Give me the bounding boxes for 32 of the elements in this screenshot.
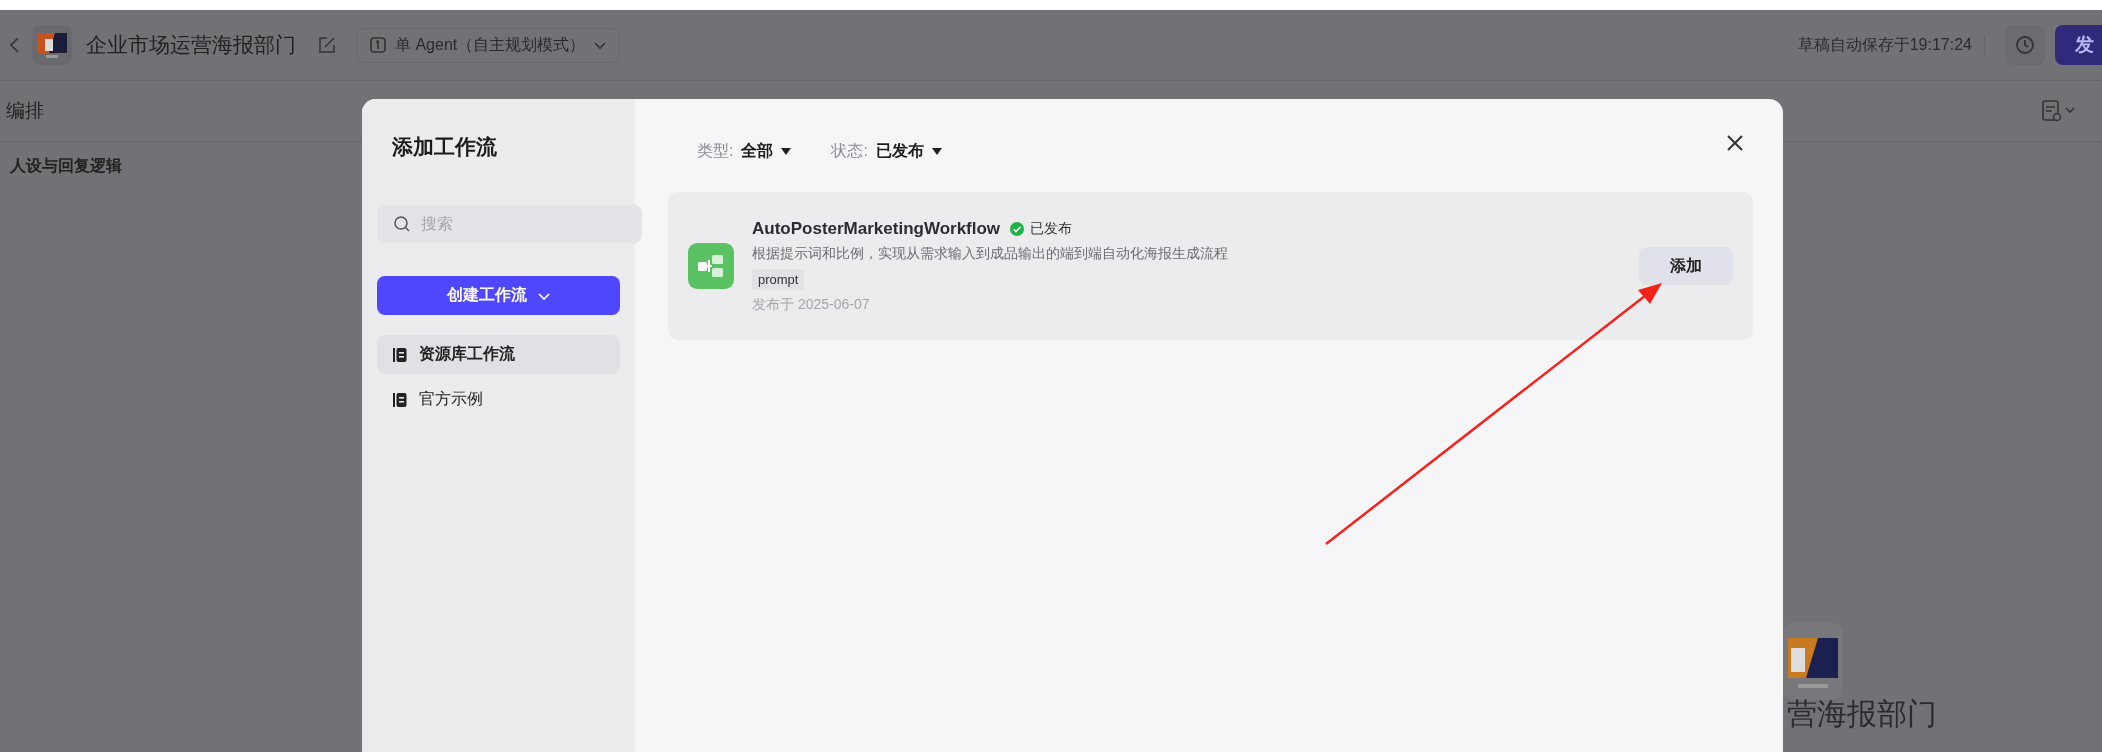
check-circle-icon [1010, 221, 1025, 236]
history-icon [2014, 34, 2036, 56]
publish-date: 发布于 2025-06-07 [752, 295, 871, 314]
document-settings-icon[interactable] [2042, 100, 2078, 122]
history-button[interactable] [2005, 25, 2045, 65]
autosave-status: 草稿自动保存于19:17:24 [1797, 34, 1985, 56]
edit-icon[interactable] [318, 36, 336, 54]
filter-dropdown[interactable]: 状态: 已发布 [831, 141, 942, 162]
dialog-title: 添加工作流 [392, 134, 498, 160]
book-icon [393, 391, 407, 408]
back-icon[interactable] [8, 35, 22, 55]
status-label: 已发布 [1030, 219, 1073, 238]
section-heading: 人设与回复逻辑 [10, 156, 122, 176]
section-title: 编排 [6, 99, 45, 123]
publish-button[interactable]: 发 [2055, 25, 2102, 65]
app-logo [32, 25, 72, 65]
search-field[interactable]: 搜索 [377, 205, 642, 243]
add-button[interactable]: 添加 [1639, 247, 1733, 285]
agent-name: 营海报部门 [1787, 696, 1937, 732]
tag: prompt [752, 268, 805, 290]
caret-icon [931, 147, 942, 156]
workflow-description: 根据提示词和比例，实现从需求输入到成品输出的端到端自动化海报生成流程 [752, 244, 1229, 263]
mode-icon [369, 36, 387, 54]
workflow-name: AutoPosterMarketingWorkflow [752, 218, 1001, 239]
nav-item[interactable]: 资源库工作流 [377, 335, 620, 374]
caret-icon [781, 147, 792, 156]
book-icon [393, 346, 407, 363]
workflow-icon [688, 243, 734, 289]
nav-item[interactable]: 官方示例 [377, 380, 620, 419]
filter-dropdown[interactable]: 类型: 全部 [697, 141, 792, 162]
create-workflow-button[interactable]: 创建工作流 [377, 276, 620, 315]
project-title: 企业市场运营海报部门 [86, 32, 296, 58]
